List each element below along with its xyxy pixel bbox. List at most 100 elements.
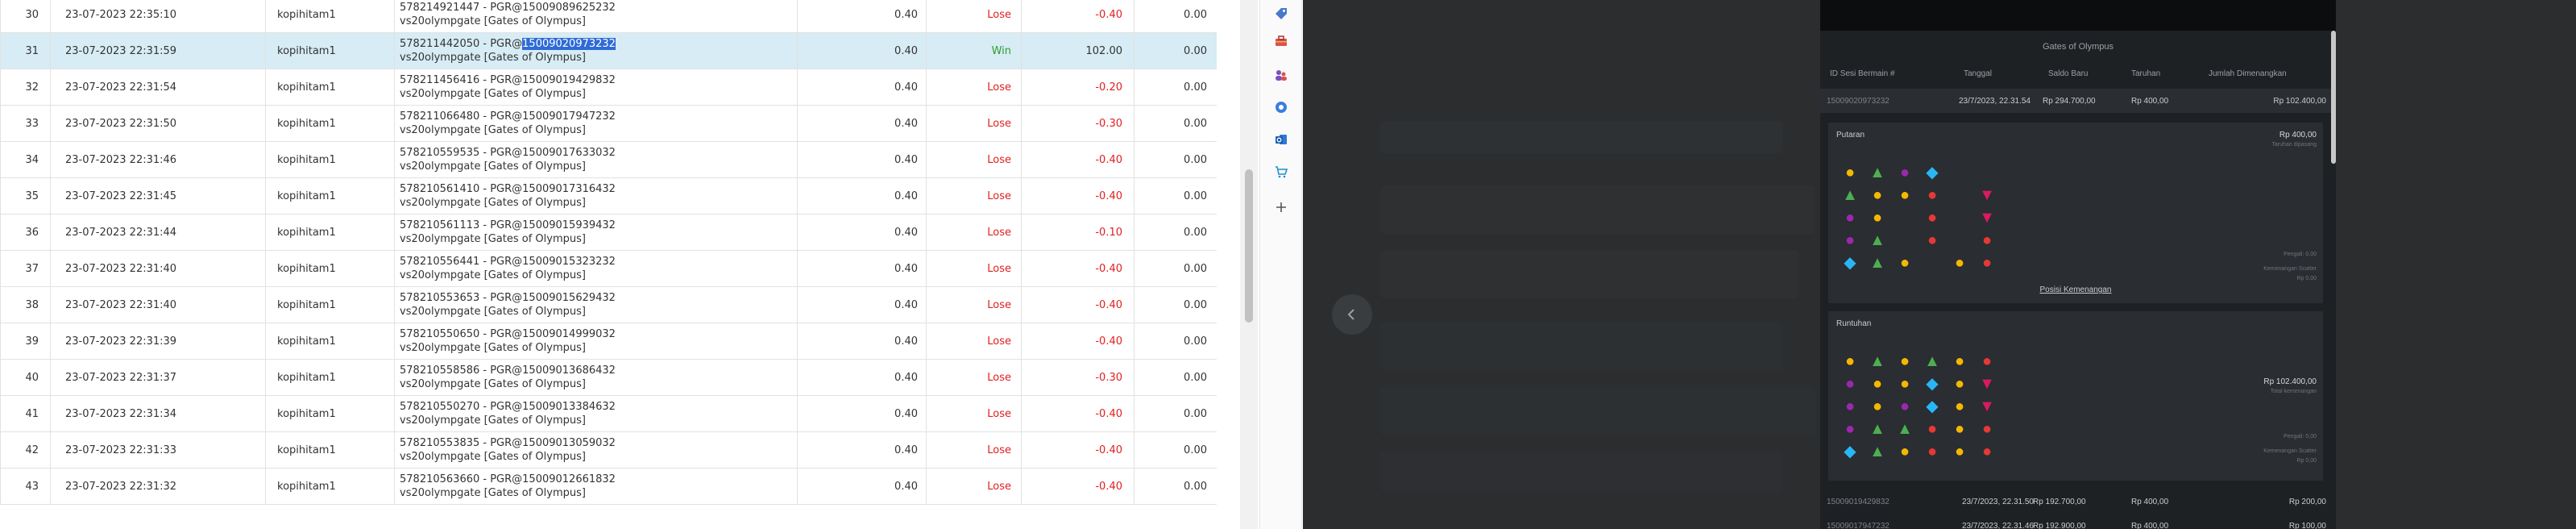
row-game: 578214921447 - PGR@15009089625232 vs20oly… xyxy=(394,0,798,33)
row-winloss: -0.40 xyxy=(1021,250,1135,287)
row-winloss: -0.40 xyxy=(1021,141,1135,178)
game-name: vs20olympgate [Gates of Olympus] xyxy=(400,52,586,64)
browser-side-panel xyxy=(1259,0,1302,529)
round-ref-prefix: 578211442050 - PGR@ xyxy=(400,38,523,50)
row-bet: 0.40 xyxy=(797,69,927,106)
row-result: Lose xyxy=(926,69,1022,106)
game-name: vs20olympgate [Gates of Olympus] xyxy=(400,342,586,354)
row-date: 23-07-2023 22:31:39 xyxy=(50,323,266,360)
row-username: kopihitam1 xyxy=(265,468,395,505)
table-row[interactable]: 39 23-07-2023 22:31:39 kopihitam1 578210550… xyxy=(0,323,1217,360)
outlook-icon[interactable] xyxy=(1271,129,1292,150)
game-name: vs20olympgate [Gates of Olympus] xyxy=(400,306,586,318)
row-number: 41 xyxy=(0,395,51,432)
row-date: 23-07-2023 22:31:33 xyxy=(50,431,266,469)
table-row[interactable]: 43 23-07-2023 22:31:32 kopihitam1 578210563… xyxy=(0,468,1217,505)
slot-symbol-icon: ● xyxy=(1899,352,1910,370)
row-number: 35 xyxy=(0,177,51,215)
winning-positions-link[interactable]: Posisi Kemenangan xyxy=(1828,285,2323,294)
table-row[interactable]: 30 23-07-2023 22:35:10 kopihitam1 578214921… xyxy=(0,0,1217,33)
slot-symbol-icon: ▲ xyxy=(1869,352,1885,370)
table-row[interactable]: 41 23-07-2023 22:31:34 kopihitam1 578210550… xyxy=(0,395,1217,432)
row-game: 578210561410 - PGR@15009017316432 vs20oly… xyxy=(394,177,798,215)
slot-symbol-icon: ● xyxy=(1954,420,1965,438)
ghost-row xyxy=(1380,452,1783,492)
slot-symbol-icon: ● xyxy=(1954,443,1965,460)
row-bet: 0.40 xyxy=(797,105,927,142)
row-result: Lose xyxy=(926,141,1022,178)
row-date: 23-07-2023 22:31:45 xyxy=(50,177,266,215)
spin-bet-caption: Taruhan dipasang xyxy=(2271,142,2317,148)
game-name: vs20olympgate [Gates of Olympus] xyxy=(400,378,586,390)
tag-icon[interactable] xyxy=(1271,3,1292,24)
slot-symbol-icon: ● xyxy=(1844,420,1856,438)
game-name: vs20olympgate [Gates of Olympus] xyxy=(400,414,586,427)
table-row[interactable]: 40 23-07-2023 22:31:37 kopihitam1 578210558… xyxy=(0,359,1217,396)
row-balance: 0.00 xyxy=(1134,468,1217,505)
table-row[interactable]: 34 23-07-2023 22:31:46 kopihitam1 578210559… xyxy=(0,141,1217,178)
history-row-selected[interactable]: 1500902097323​2 23/7/2023, 22.31.54 Rp 2… xyxy=(1820,89,2331,113)
table-row[interactable]: 42 23-07-2023 22:31:33 kopihitam1 578210553… xyxy=(0,431,1217,469)
table-row[interactable]: 32 23-07-2023 22:31:54 kopihitam1 578211456… xyxy=(0,69,1217,106)
row-username: kopihitam1 xyxy=(265,431,395,469)
game-round-ref: 578210559535 - PGR@15009017633032 xyxy=(400,147,616,159)
tumble-win-caption: Total kemenangan xyxy=(2270,389,2317,394)
people-icon[interactable] xyxy=(1271,65,1292,85)
history-row[interactable]: 15009019429832 23/7/2023, 22.31.50 Rp 19… xyxy=(1820,492,2331,513)
slot-symbol-icon: ● xyxy=(1981,443,1993,460)
table-row[interactable]: 33 23-07-2023 22:31:50 kopihitam1 578211066… xyxy=(0,105,1217,142)
slot-symbol-icon: ● xyxy=(1899,398,1910,415)
toolbox-icon[interactable] xyxy=(1271,31,1292,52)
tumble-panel: Runtuhan ● ▲ ● ▲ ● ● ● ● ● ◆ ● ▼ ● ● ● ◆ ● ▼ ● ▲ ▲ ● ● ● ◆ ▲ ● ● ● ● … xyxy=(1828,311,2323,481)
game-name: vs20olympgate [Gates of Olympus] xyxy=(400,269,586,281)
popup-title: Gates of Olympus xyxy=(2042,42,2114,52)
empty-cell xyxy=(1891,206,1919,229)
game-round-ref: 578210553835 - PGR@15009013059032 xyxy=(400,437,616,449)
previous-image-button[interactable] xyxy=(1332,294,1372,335)
tumble-win-amount: Rp 102.400,00 xyxy=(2263,377,2317,386)
row-date: 23-07-2023 22:31:50 xyxy=(50,105,266,142)
row-bet: 0.40 xyxy=(797,395,927,432)
table-scrollbar-thumb[interactable] xyxy=(1245,169,1253,323)
table-row[interactable]: 31 23-07-2023 22:31:59 kopihitam1 578211442… xyxy=(0,32,1217,69)
slot-symbol-icon: ● xyxy=(1899,186,1910,204)
row-result: Lose xyxy=(926,395,1022,432)
slot-symbol-icon: ● xyxy=(1844,352,1856,370)
slot-symbol-icon: ▼ xyxy=(1979,186,1995,204)
slot-symbol-icon: ● xyxy=(1981,420,1993,438)
row-number: 30 xyxy=(0,0,51,33)
history-row[interactable]: 15009017947232 23/7/2023, 22.31.46 Rp 19… xyxy=(1820,518,2331,529)
plus-icon[interactable] xyxy=(1271,197,1292,218)
slot-symbol-icon: ● xyxy=(1899,164,1910,181)
slot-symbol-icon: ● xyxy=(1954,254,1965,272)
table-row[interactable]: 38 23-07-2023 22:31:40 kopihitam1 578210553… xyxy=(0,286,1217,323)
row-bet: 0.40 xyxy=(797,359,927,396)
circle-app-icon[interactable] xyxy=(1271,97,1292,118)
row-username: kopihitam1 xyxy=(265,359,395,396)
row-username: kopihitam1 xyxy=(265,0,395,33)
row-number: 39 xyxy=(0,323,51,360)
empty-cell xyxy=(1891,229,1919,252)
slot-symbol-icon: ◆ xyxy=(1926,164,1939,181)
selected-text[interactable]: 15009020973232 xyxy=(522,38,616,50)
slot-symbol-icon: ● xyxy=(1954,375,1965,393)
game-name: vs20olympgate [Gates of Olympus] xyxy=(400,487,586,499)
cart-icon[interactable] xyxy=(1271,161,1292,182)
empty-cell xyxy=(1946,161,1973,184)
row-balance: 0.00 xyxy=(1134,323,1217,360)
header-date: Tanggal xyxy=(1964,69,1993,78)
table-row[interactable]: 37 23-07-2023 22:31:40 kopihitam1 578210556… xyxy=(0,250,1217,287)
spin-panel-title: Putaran xyxy=(1836,131,1865,140)
table-row[interactable]: 36 23-07-2023 22:31:44 kopihitam1 578210561… xyxy=(0,214,1217,251)
slot-symbol-icon: ▼ xyxy=(1979,375,1995,393)
row-game: 578210561113 - PGR@15009015939432 vs20oly… xyxy=(394,214,798,251)
row-balance: 0.00 xyxy=(1134,395,1217,432)
table-row[interactable]: 35 23-07-2023 22:31:45 kopihitam1 578210561… xyxy=(0,177,1217,215)
game-round-ref: 578210556441 - PGR@15009015323232 xyxy=(400,256,616,268)
game-round-ref: 578210563660 - PGR@15009012661832 xyxy=(400,473,616,485)
tumble-panel-title: Runtuhan xyxy=(1836,319,1872,328)
row-game: 578210553835 - PGR@15009013059032 vs20oly… xyxy=(394,431,798,469)
row-number: 33 xyxy=(0,105,51,142)
game-name: vs20olympgate [Gates of Olympus] xyxy=(400,451,586,463)
transaction-table: 30 23-07-2023 22:35:10 kopihitam1 578214921… xyxy=(0,0,1217,505)
